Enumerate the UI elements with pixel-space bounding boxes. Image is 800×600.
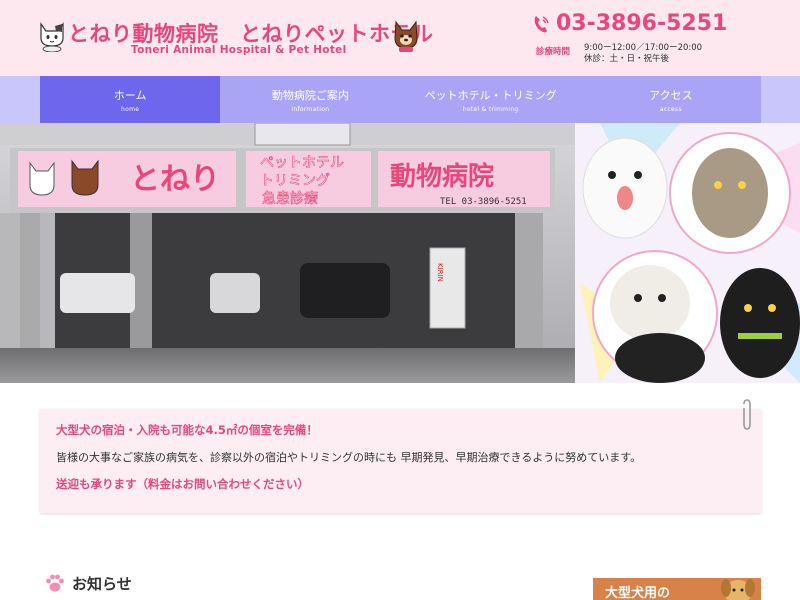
nav-item-information[interactable]: 動物病院ご案内 information [220,76,400,123]
notice-line-3: 送迎も承ります（料金はお問い合わせください） [56,477,309,491]
news-section-header: お知らせ [44,572,132,594]
hero-illustration: とねり ペットホテル トリミング 急患診療 動物病院 TEL 03-3896-5… [0,123,800,383]
nav-side-right [761,76,800,123]
nav-item-hotel-trimming[interactable]: ペットホテル・トリミング hotel & trimming [401,76,581,123]
nav-side-left [0,76,40,123]
nav-sublabel: home [121,106,140,113]
hero-image: とねり ペットホテル トリミング 急患診療 動物病院 TEL 03-3896-5… [0,123,800,383]
sign-hospital: 動物病院 [390,161,494,192]
notice-box: 大型犬の宿泊・入院も可能な4.5㎡の個室を完備！ 皆様の大事なご家族の病気を、診… [40,409,761,513]
phone-icon [534,15,549,32]
nav-label: ペットホテル・トリミング [424,89,557,102]
sign-services-2: トリミング [260,173,330,189]
nav-sublabel: hotel & trimming [462,106,519,113]
nav-item-home[interactable]: ホーム home [40,76,221,123]
hours-label: 診療時間 [536,47,571,57]
hours-closed: 休診：土・日・祝午後 [584,54,670,64]
dog-mascot-icon [394,20,418,52]
site-header: とねり動物病院 とねりペットホテル Toneri Animal Hospital… [0,0,800,76]
paperclip-icon [743,399,751,430]
sign-name: とねり [130,162,220,197]
nav-label: ホーム [113,89,147,102]
site-logo[interactable]: とねり動物病院 とねりペットホテル Toneri Animal Hospital… [38,18,433,62]
dog-banner-icon [721,579,755,600]
nav-sublabel: access [659,106,682,113]
cat-mascot-icon [40,22,64,52]
sign-services-3: 急患診療 [262,190,318,207]
banner-text: 大型犬用の [605,586,671,600]
nav-item-access[interactable]: アクセス access [581,76,761,123]
nav-sublabel: information [291,106,330,113]
large-dog-banner[interactable]: 大型犬用の [593,578,761,600]
notice-line-2: 皆様の大事なご家族の病気を、診察以外の宿泊やトリミングの時にも 早期発見、早期治… [56,451,642,464]
sign-tel: TEL 03-3896-5251 [440,197,527,207]
nav-label: 動物病院ご案内 [271,89,349,102]
news-title: お知らせ [72,574,132,593]
notice-line-1: 大型犬の宿泊・入院も可能な4.5㎡の個室を完備！ [56,423,318,437]
kirin-label: KIRIN [436,263,444,282]
paw-icon [46,574,64,592]
site-subtitle: Toneri Animal Hospital & Pet Hotel [131,44,347,56]
nav-label: アクセス [649,89,693,102]
hours-times: 9:00ー12:00／17:00ー20:00 [584,43,703,53]
phone-text: 03-3896-5251 [556,11,728,36]
phone-number[interactable]: 03-3896-5251 [532,11,727,36]
sign-services-1: ペットホテル [260,155,344,171]
main-nav: ホーム home 動物病院ご案内 information ペットホテル・トリミン… [40,76,761,123]
